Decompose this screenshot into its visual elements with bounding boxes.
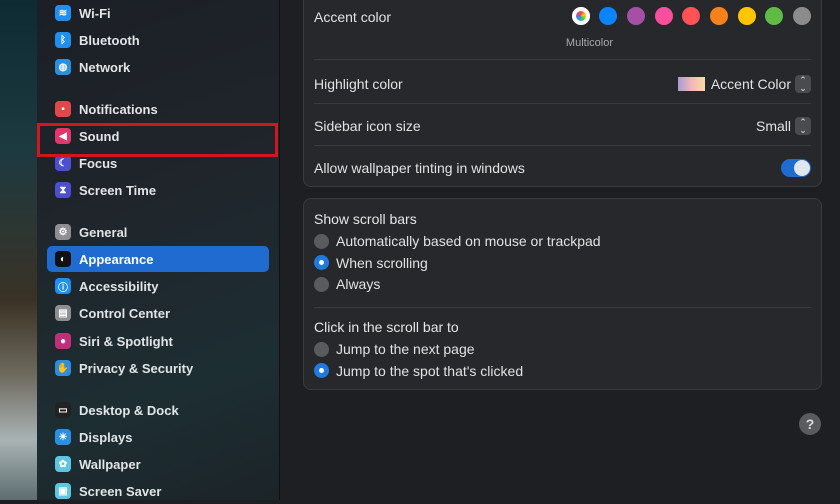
accent-swatch-3[interactable] — [654, 6, 673, 25]
sidebar-item-label: Privacy & Security — [79, 360, 194, 376]
dock-icon: ▭ — [55, 402, 71, 418]
highlight-swatch — [677, 77, 705, 91]
highlight-color-label: Highlight color — [314, 76, 403, 92]
accent-selected-label: Multicolor — [565, 37, 613, 49]
sidebar-item-label: Wi-Fi — [79, 5, 111, 21]
highlight-color-value: Accent Color — [710, 76, 791, 92]
sun-icon: ☀ — [55, 429, 71, 445]
accent-swatch-8[interactable] — [793, 6, 811, 25]
sidebar-item-screen-saver[interactable]: ▣ Screen Saver — [47, 478, 269, 504]
accent-color-label: Accent color — [314, 9, 392, 25]
sidebar-item-general[interactable]: ⚙ General — [47, 219, 269, 245]
accent-swatch-7[interactable] — [765, 6, 784, 25]
scroll-bars-panel: Show scroll bars Automatically based on … — [303, 198, 822, 390]
sidebar-icon-size-value: Small — [755, 118, 791, 134]
radio-label: Automatically based on mouse or trackpad — [336, 233, 601, 249]
accent-color-swatches — [562, 6, 811, 28]
sidebar-item-network[interactable]: ◍ Network — [47, 54, 269, 80]
radio-option[interactable]: Always — [314, 276, 380, 292]
accent-swatch-0[interactable] — [571, 6, 590, 25]
accent-swatch-6[interactable] — [737, 6, 756, 25]
accent-swatch-4[interactable] — [682, 6, 701, 25]
sidebar-item-label: General — [79, 224, 128, 240]
sidebar-item-wi-fi[interactable]: ≋ Wi-Fi — [47, 0, 269, 26]
click-scroll-bar-label: Click in the scroll bar to — [314, 319, 459, 335]
sidebar-icon-size-label: Sidebar icon size — [314, 118, 421, 134]
radio-option[interactable]: Automatically based on mouse or trackpad — [314, 233, 601, 249]
sidebar-item-displays[interactable]: ☀ Displays — [47, 424, 269, 450]
sidebar-item-label: Wallpaper — [79, 456, 141, 472]
sidebar-item-label: Bluetooth — [79, 32, 140, 48]
radio-option[interactable]: When scrolling — [314, 255, 428, 271]
desktop-wallpaper — [0, 0, 37, 500]
sidebar-item-label: Network — [79, 59, 131, 75]
sidebar-item-desktop-dock[interactable]: ▭ Desktop & Dock — [47, 397, 269, 423]
radio-button[interactable] — [314, 276, 329, 292]
sidebar-item-bluetooth[interactable]: ᛒ Bluetooth — [47, 27, 269, 53]
sidebar-item-accessibility[interactable]: ⓘ Accessibility — [47, 273, 269, 299]
gear-icon: ⚙ — [55, 224, 71, 240]
sidebar-item-label: Displays — [79, 429, 133, 445]
wallpaper-icon: ✿ — [55, 456, 71, 472]
wallpaper-tinting-label: Allow wallpaper tinting in windows — [314, 160, 525, 176]
sidebar-item-control-center[interactable]: ▤ Control Center — [47, 300, 269, 326]
accent-swatch-1[interactable] — [599, 6, 618, 25]
wifi-icon: ≋ — [55, 5, 71, 21]
hand-icon: ✋ — [55, 360, 71, 376]
radio-button[interactable] — [314, 363, 329, 378]
radio-button[interactable] — [314, 341, 329, 357]
appearance-panel: Accent color Multicolor Highlight color … — [303, 0, 822, 187]
notifications-icon: ▪ — [55, 101, 71, 117]
sidebar-item-appearance[interactable]: ◐ Appearance — [47, 246, 269, 272]
highlight-annotation-box — [37, 123, 278, 157]
sidebar-item-wallpaper[interactable]: ✿ Wallpaper — [47, 451, 269, 477]
highlight-color-select[interactable]: Accent Color ⌃ ⌄ — [677, 75, 811, 93]
sidebar-item-label: Siri & Spotlight — [79, 333, 173, 349]
sidebar: ≋ Wi-Fi ᛒ Bluetooth ◍ Network ▪ Notifications ◀ S… — [37, 0, 280, 500]
control-center-icon: ▤ — [55, 305, 71, 321]
sidebar-item-screen-time[interactable]: ⧗ Screen Time — [47, 177, 269, 203]
radio-button[interactable] — [314, 255, 329, 270]
radio-label: When scrolling — [336, 254, 428, 271]
appearance-icon: ◐ — [55, 251, 71, 267]
hourglass-icon: ⧗ — [55, 182, 71, 198]
sidebar-item-label: Notifications — [79, 101, 158, 117]
sidebar-item-label: Screen Time — [79, 182, 157, 198]
sidebar-item-label: Accessibility — [79, 278, 159, 294]
radio-label: Jump to the next page — [336, 341, 475, 357]
radio-option[interactable]: Jump to the spot that's clicked — [314, 363, 523, 379]
sidebar-item-label: Screen Saver — [79, 483, 162, 499]
sidebar-icon-size-select[interactable]: Small ⌃ ⌄ — [756, 117, 811, 135]
radio-label: Jump to the spot that's clicked — [336, 362, 524, 379]
sidebar-item-label: Appearance — [79, 251, 154, 267]
sidebar-item-label: Desktop & Dock — [79, 402, 179, 418]
accent-swatch-2[interactable] — [626, 6, 645, 25]
moon-icon: ☾ — [55, 155, 71, 171]
siri-icon: ● — [55, 333, 71, 349]
radio-label: Always — [336, 276, 381, 292]
radio-option[interactable]: Jump to the next page — [314, 341, 475, 357]
sidebar-item-label: Focus — [79, 155, 118, 171]
sidebar-item-siri-spotlight[interactable]: ● Siri & Spotlight — [47, 328, 269, 354]
accessibility-icon: ⓘ — [55, 278, 71, 294]
bluetooth-icon: ᛒ — [55, 32, 71, 48]
stepper-icon: ⌃ ⌄ — [795, 117, 811, 135]
stepper-icon: ⌃ ⌄ — [795, 75, 811, 93]
sidebar-item-privacy-security[interactable]: ✋ Privacy & Security — [47, 355, 269, 381]
sidebar-item-notifications[interactable]: ▪ Notifications — [47, 96, 269, 122]
radio-button[interactable] — [314, 233, 329, 249]
accent-swatch-5[interactable] — [709, 6, 728, 25]
show-scroll-bars-label: Show scroll bars — [314, 211, 417, 227]
sidebar-item-label: Control Center — [79, 305, 170, 321]
wallpaper-tinting-toggle[interactable] — [781, 159, 811, 177]
globe-icon: ◍ — [55, 59, 71, 75]
help-button[interactable]: ? — [799, 413, 821, 435]
screen-saver-icon: ▣ — [55, 483, 71, 499]
appearance-pane: Accent color Multicolor Highlight color … — [281, 0, 840, 500]
